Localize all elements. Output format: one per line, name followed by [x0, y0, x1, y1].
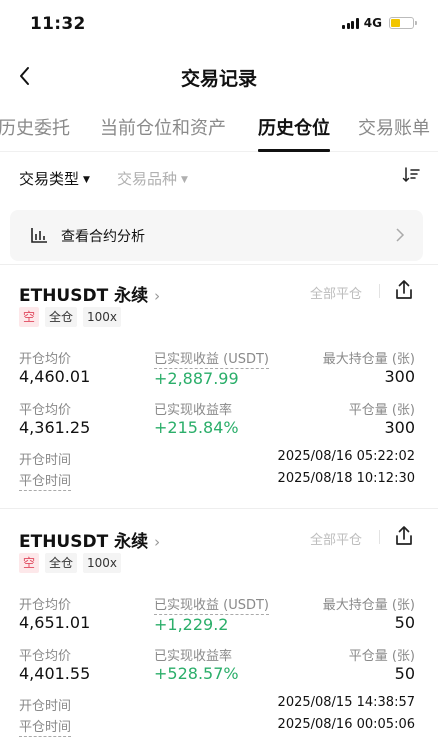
battery-level: [391, 19, 400, 27]
contract-analysis-link[interactable]: 查看合约分析: [10, 210, 423, 261]
open-time-label: 开仓时间: [19, 453, 72, 468]
caret-down-icon: ▼: [181, 175, 188, 185]
max-hold-label: 最大持仓量 (张): [322, 352, 415, 367]
close-avg-value: 4,401.55: [19, 664, 91, 683]
close-time-value: 2025/08/16 00:05:06: [277, 717, 415, 732]
chevron-right-icon: ›: [154, 287, 161, 305]
position-tags: 空 全仓 100x: [19, 553, 122, 573]
network-label: 4G: [363, 16, 382, 30]
tab-current-positions[interactable]: 当前仓位和资产: [100, 114, 226, 140]
tab-position-history[interactable]: 历史仓位: [258, 114, 330, 140]
status-bar: 11:32 4G: [0, 0, 438, 50]
battery-icon: [389, 17, 417, 29]
close-time-label[interactable]: 平仓时间: [19, 470, 72, 491]
open-time-value: 2025/08/16 05:22:02: [277, 449, 415, 464]
open-time-value: 2025/08/15 14:38:57: [277, 695, 415, 710]
position-title-link[interactable]: ETHUSDT 永续 ›: [19, 527, 160, 552]
section-divider: [0, 264, 438, 265]
max-hold-value: 50: [394, 613, 415, 632]
realized-pnl-label[interactable]: 已实现收益 (USDT): [154, 348, 269, 369]
open-avg-value: 4,651.01: [19, 613, 91, 632]
leverage-badge: 100x: [83, 307, 122, 327]
signal-icon: [342, 17, 359, 29]
open-avg-value: 4,460.01: [19, 367, 91, 386]
trade-symbol-dropdown[interactable]: 交易品种 ▼: [117, 168, 188, 189]
close-avg-label: 平仓均价: [19, 403, 72, 418]
open-time-label: 开仓时间: [19, 699, 72, 714]
margin-mode-badge: 全仓: [45, 307, 78, 327]
close-time-value: 2025/08/18 10:12:30: [277, 471, 415, 486]
close-qty-label: 平仓量 (张): [348, 403, 415, 418]
trade-type-label: 交易类型: [19, 170, 80, 188]
close-avg-value: 4,361.25: [19, 418, 91, 437]
realized-rate-value: +528.57%: [154, 664, 239, 683]
open-avg-label: 开仓均价: [19, 598, 72, 613]
tab-trade-bill[interactable]: 交易账单: [358, 114, 430, 140]
status-time: 11:32: [30, 14, 86, 34]
trade-symbol-label: 交易品种: [117, 170, 178, 188]
leverage-badge: 100x: [83, 553, 122, 573]
position-symbol: ETHUSDT 永续: [19, 532, 149, 552]
filter-bar: 交易类型 ▼ 交易品种 ▼: [0, 160, 438, 196]
realized-pnl-value: +1,229.2: [154, 615, 229, 634]
max-hold-value: 300: [384, 367, 415, 386]
close-avg-label: 平仓均价: [19, 649, 72, 664]
caret-down-icon: ▼: [83, 175, 90, 185]
direction-badge: 空: [19, 553, 40, 573]
separator: [379, 284, 380, 298]
realized-pnl-value: +2,887.99: [154, 369, 239, 388]
close-qty-label: 平仓量 (张): [348, 649, 415, 664]
page-title: 交易记录: [180, 68, 257, 90]
close-all-button[interactable]: 全部平仓: [310, 529, 362, 548]
position-card: ETHUSDT 永续 › 全部平仓 空 全仓 100x 开仓均价 4,460.01…: [0, 279, 438, 511]
realized-rate-label: 已实现收益率: [154, 649, 233, 664]
contract-analysis-label: 查看合约分析: [61, 229, 145, 245]
close-all-button[interactable]: 全部平仓: [310, 283, 362, 302]
card-divider: [0, 508, 438, 509]
close-qty-value: 300: [384, 418, 415, 437]
realized-rate-value: +215.84%: [154, 418, 239, 437]
share-icon[interactable]: [394, 525, 414, 547]
direction-badge: 空: [19, 307, 40, 327]
position-symbol: ETHUSDT 永续: [19, 286, 149, 306]
bar-chart-icon: [31, 228, 47, 243]
tab-order-history[interactable]: 历史委托: [0, 114, 70, 140]
trade-type-dropdown[interactable]: 交易类型 ▼: [19, 168, 90, 189]
status-indicators: 4G: [342, 16, 417, 30]
sort-icon[interactable]: [402, 166, 420, 184]
position-card: ETHUSDT 永续 › 全部平仓 空 全仓 100x 开仓均价 4,651.01…: [0, 525, 438, 737]
chevron-right-icon: ›: [154, 533, 161, 551]
max-hold-label: 最大持仓量 (张): [322, 598, 415, 613]
close-time-label[interactable]: 平仓时间: [19, 716, 72, 737]
realized-rate-label: 已实现收益率: [154, 403, 233, 418]
share-icon[interactable]: [394, 279, 414, 301]
open-avg-label: 开仓均价: [19, 352, 72, 367]
nav-bar: 交易记录: [0, 56, 438, 96]
active-tab-indicator: [258, 149, 330, 152]
close-qty-value: 50: [394, 664, 415, 683]
realized-pnl-label[interactable]: 已实现收益 (USDT): [154, 594, 269, 615]
separator: [379, 530, 380, 544]
margin-mode-badge: 全仓: [45, 553, 78, 573]
chevron-right-icon: [396, 228, 405, 242]
position-tags: 空 全仓 100x: [19, 307, 122, 327]
position-title-link[interactable]: ETHUSDT 永续 ›: [19, 281, 160, 306]
tab-bar: 历史委托 当前仓位和资产 历史仓位 交易账单: [0, 108, 438, 152]
